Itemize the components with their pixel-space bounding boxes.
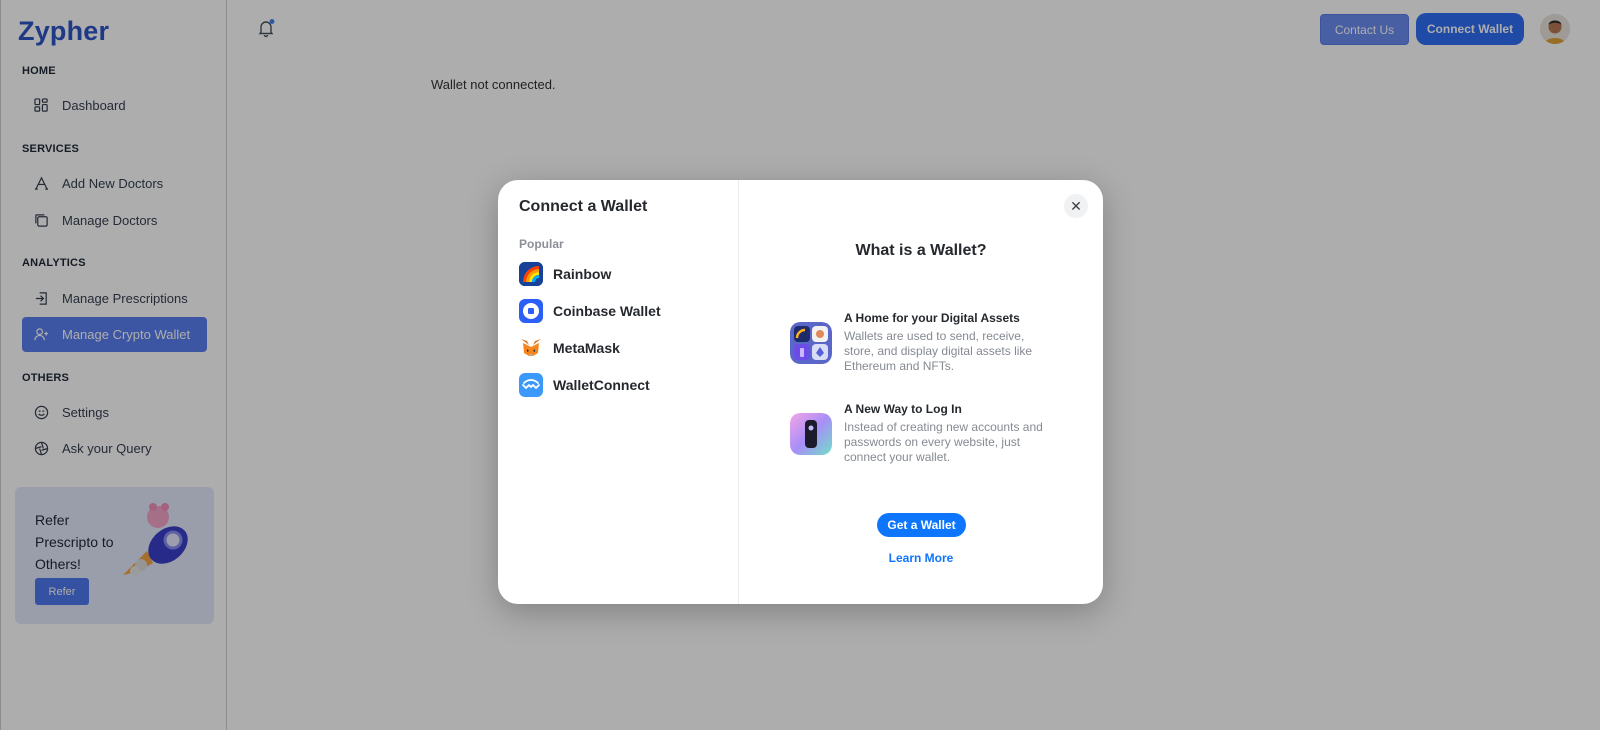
get-a-wallet-button[interactable]: Get a Wallet — [877, 513, 966, 537]
wallet-option-coinbase[interactable]: Coinbase Wallet — [519, 296, 719, 326]
wallet-option-rainbow[interactable]: Rainbow — [519, 259, 719, 289]
feature-title-digital-assets: A Home for your Digital Assets — [844, 311, 1020, 325]
wallet-option-walletconnect[interactable]: WalletConnect — [519, 370, 719, 400]
modal-title: Connect a Wallet — [519, 198, 648, 215]
digital-assets-icon — [790, 322, 832, 364]
wallet-option-label: Rainbow — [553, 266, 612, 282]
wallet-option-metamask[interactable]: MetaMask — [519, 333, 719, 363]
wallet-group-label: Popular — [519, 237, 564, 251]
wallet-list-panel: Connect a Wallet Popular Rainbow Coinbas… — [498, 180, 739, 604]
wallet-option-label: WalletConnect — [553, 377, 650, 393]
feature-title-login: A New Way to Log In — [844, 402, 962, 416]
feature-desc-login: Instead of creating new accounts and pas… — [844, 420, 1043, 464]
wallet-option-label: Coinbase Wallet — [553, 303, 661, 319]
login-key-icon — [790, 413, 832, 455]
wallet-option-label: MetaMask — [553, 340, 620, 356]
feature-desc-digital-assets: Wallets are used to send, receive, store… — [844, 329, 1033, 373]
metamask-fox-icon — [519, 336, 543, 360]
close-icon[interactable]: ✕ — [1064, 194, 1088, 218]
walletconnect-icon — [519, 373, 543, 397]
info-title: What is a Wallet? — [855, 242, 987, 259]
rainbow-icon — [519, 262, 543, 286]
coinbase-icon — [519, 299, 543, 323]
learn-more-link[interactable]: Learn More — [739, 551, 1103, 565]
connect-wallet-modal: Connect a Wallet Popular Rainbow Coinbas… — [498, 180, 1103, 604]
